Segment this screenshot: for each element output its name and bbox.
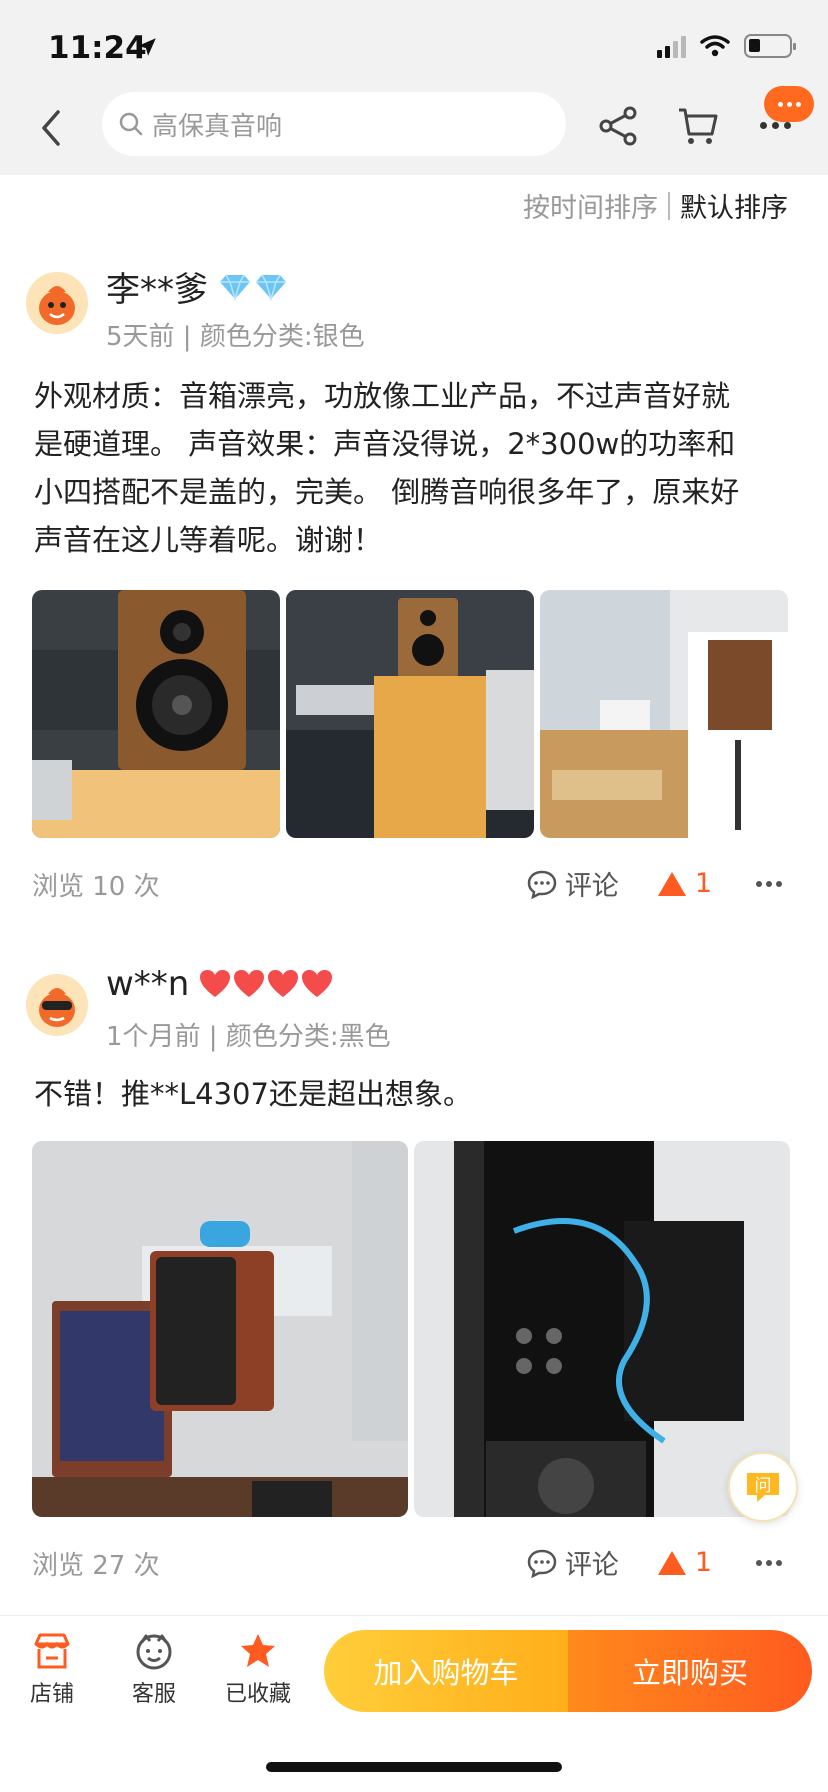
review-text-line: 外观材质：音箱漂亮，功放像工业产品，不过声音好就 — [34, 379, 731, 413]
store-tab[interactable]: 店铺 — [12, 1632, 92, 1708]
favorite-tab[interactable]: 已收藏 — [218, 1632, 298, 1708]
service-label: 客服 — [131, 1682, 176, 1707]
sort-by-time-button[interactable]: 按时间排序 — [523, 186, 658, 225]
star-icon — [241, 1634, 275, 1667]
review-photos — [32, 1141, 790, 1517]
review-text-line: 是硬道理。 声音效果：声音没得说，2*300w的功率和 — [34, 427, 736, 461]
review-text: 外观材质：音箱漂亮，功放像工业产品，不过声音好就 是硬道理。 声音效果：声音没得… — [34, 372, 794, 564]
review-photo[interactable] — [32, 590, 280, 838]
search-icon — [119, 112, 143, 136]
heart-icon — [199, 969, 333, 999]
like-button[interactable]: 1 — [657, 868, 712, 899]
comment-button[interactable]: 评论 — [527, 1543, 619, 1582]
review-photo[interactable] — [32, 1141, 408, 1517]
review-username: w**n — [106, 964, 333, 1004]
review-more-icon[interactable] — [756, 1559, 782, 1566]
review-username: 李**爹 — [106, 262, 288, 311]
store-icon — [34, 1633, 70, 1669]
comment-label: 评论 — [564, 871, 619, 902]
review-text: 不错！推**L4307还是超出想象。 — [34, 1070, 794, 1118]
review-photos — [32, 590, 788, 838]
bottom-action-bar: 店铺 客服 已收藏 加入购物车 立即购买 — [0, 1615, 828, 1735]
message-badge-icon[interactable] — [764, 86, 814, 122]
share-icon[interactable] — [596, 104, 640, 148]
view-count: 浏览 27 次 — [32, 1551, 160, 1581]
ask-question-button[interactable]: 问 — [728, 1452, 798, 1522]
ask-label: 问 — [755, 1476, 772, 1496]
ask-bubble-icon: 问 — [747, 1473, 779, 1502]
review-more-icon[interactable] — [756, 880, 782, 887]
favorite-label: 已收藏 — [224, 1682, 291, 1707]
home-indicator — [266, 1762, 562, 1772]
add-to-cart-button[interactable]: 加入购物车 — [324, 1630, 568, 1712]
search-placeholder: 高保真音响 — [152, 111, 283, 142]
status-time: 11:24 — [48, 30, 147, 66]
customer-service-icon — [136, 1634, 172, 1670]
username-text: w**n — [106, 964, 190, 1004]
purchase-buttons: 加入购物车 立即购买 — [324, 1630, 812, 1712]
comment-button[interactable]: 评论 — [527, 864, 619, 903]
more-menu-icon[interactable] — [760, 122, 791, 129]
status-icons — [657, 34, 796, 58]
review-photo[interactable] — [414, 1141, 790, 1517]
cellular-signal-icon — [657, 34, 686, 58]
like-count: 1 — [694, 1547, 712, 1578]
review-actions: 评论 1 — [527, 1543, 782, 1582]
review-meta: 1个月前 | 颜色分类:黑色 — [106, 1022, 391, 1052]
avatar[interactable] — [26, 974, 88, 1036]
store-label: 店铺 — [29, 1682, 74, 1707]
comment-label: 评论 — [564, 1550, 619, 1581]
like-count: 1 — [694, 868, 712, 899]
cart-icon[interactable] — [676, 104, 720, 148]
buy-now-button[interactable]: 立即购买 — [568, 1630, 812, 1712]
sort-bar: 按时间排序 默认排序 — [523, 186, 788, 225]
view-count: 浏览 10 次 — [32, 872, 160, 902]
like-triangle-icon — [657, 1550, 686, 1575]
review-photo[interactable] — [540, 590, 788, 838]
avatar[interactable] — [26, 272, 88, 334]
username-text: 李**爹 — [106, 270, 208, 310]
service-tab[interactable]: 客服 — [114, 1632, 194, 1708]
diamond-icon — [218, 273, 288, 301]
sort-divider — [668, 191, 670, 220]
review-photo[interactable] — [286, 590, 534, 838]
review-text-line: 声音在这儿等着呢。谢谢！ — [34, 523, 383, 557]
sort-default-button[interactable]: 默认排序 — [680, 186, 788, 225]
review-text-line: 小四搭配不是盖的，完美。 倒腾音响很多年了，原来好 — [34, 475, 740, 509]
review-meta: 5天前 | 颜色分类:银色 — [106, 322, 365, 352]
back-icon[interactable] — [36, 108, 66, 148]
review-actions: 评论 1 — [527, 864, 782, 903]
top-header: 11:24 高保真音响 — [0, 0, 828, 175]
like-button[interactable]: 1 — [657, 1547, 712, 1578]
comment-icon — [527, 870, 557, 899]
wifi-icon — [700, 35, 730, 57]
location-arrow-icon — [138, 38, 156, 56]
comment-icon — [527, 1549, 557, 1578]
review-text-line: 不错！推**L4307还是超出想象。 — [34, 1077, 472, 1111]
battery-icon — [744, 34, 796, 58]
search-input[interactable]: 高保真音响 — [102, 92, 566, 156]
like-triangle-icon — [657, 871, 686, 896]
